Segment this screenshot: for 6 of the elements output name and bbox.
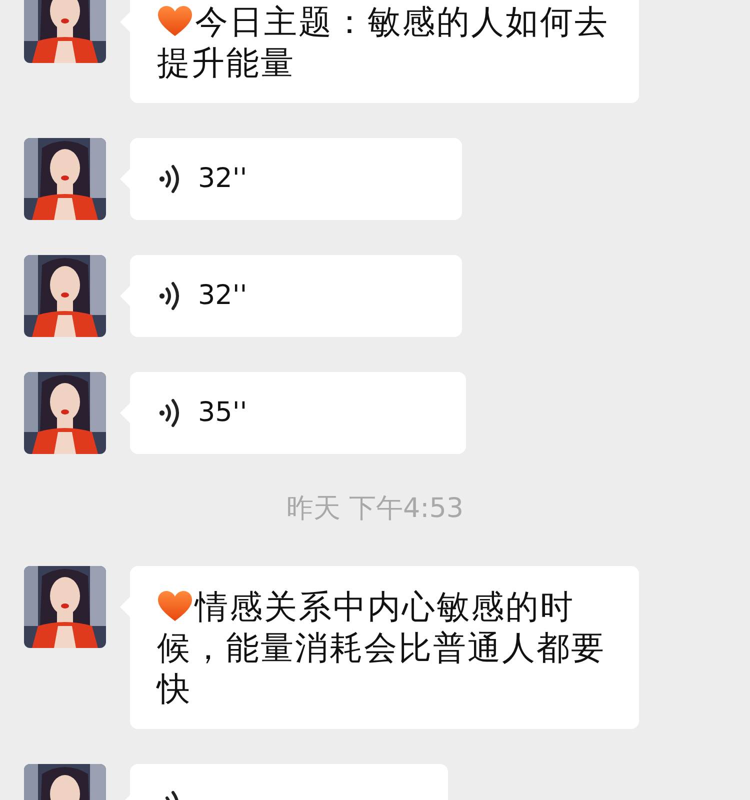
voice-duration: 35'' bbox=[198, 396, 248, 430]
message-text: 情感关系中内心敏感的时候，能量消耗会比普通人都要快 bbox=[157, 586, 606, 708]
message-text: 今日主题：敏感的人如何去提升能量 bbox=[157, 2, 609, 82]
voice-duration: 32'' bbox=[198, 278, 248, 313]
voice-duration: 32'' bbox=[198, 162, 248, 196]
timestamp: 昨天 下午4:53 bbox=[286, 493, 464, 524]
